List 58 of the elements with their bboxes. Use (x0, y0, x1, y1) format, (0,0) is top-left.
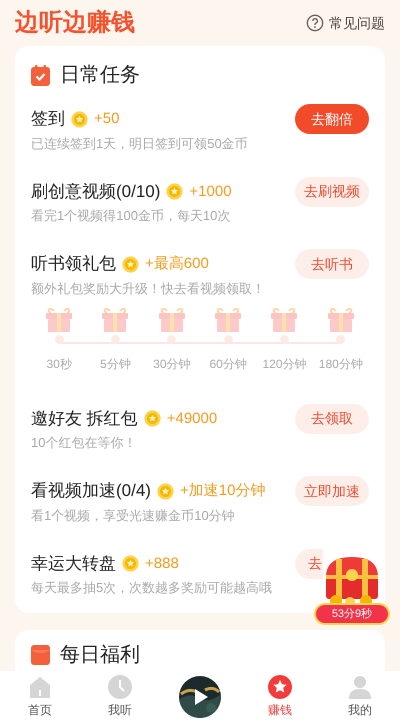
reward-amount: +49000 (166, 408, 218, 428)
task-title: 幸运大转盘 (31, 552, 116, 575)
task-description: 看完1个视频得100金币，每天10次 (31, 207, 232, 225)
task-button[interactable]: 去听书 (295, 249, 369, 279)
person-icon (348, 675, 372, 699)
task-description: 额外礼包奖励大升级！快去看视频领取！ (31, 280, 266, 298)
task-description: 每天最多抽5次，次数越多奖励可能越高哦 (31, 579, 274, 597)
reward-amount: +888 (145, 554, 179, 574)
task-button[interactable]: 去刷视频 (295, 176, 369, 206)
gift-icon (158, 306, 186, 332)
task-button[interactable]: 去领取 (295, 404, 369, 434)
gift-icon (101, 306, 130, 332)
task-description: 10个红包在等你！ (31, 434, 138, 452)
nav-tab[interactable]: 我听 (80, 675, 160, 719)
nav-tab[interactable]: 我的 (320, 675, 400, 719)
task-title: 看视频加速(0/4) (31, 480, 151, 502)
nav-tab[interactable]: 赚钱 (240, 675, 320, 719)
play-button[interactable] (179, 676, 221, 718)
task-title: 签到 (31, 108, 65, 130)
task-button[interactable]: 去翻倍 (295, 104, 369, 134)
home-icon (28, 675, 52, 699)
coin-icon (144, 410, 161, 428)
coin-icon (122, 555, 139, 572)
task-title: 听书领礼包 (31, 253, 116, 276)
coin-icon (122, 256, 139, 273)
milestone-label: 60分钟 (209, 356, 247, 372)
milestone-label: 5分钟 (100, 356, 131, 372)
milestone-label: 30秒 (46, 356, 72, 372)
section-title: 日常任务 (60, 63, 140, 88)
coin-icon (166, 183, 184, 200)
reward-amount: +50 (94, 109, 120, 129)
gift-icon (45, 306, 74, 332)
task-title: 刷创意视频(0/10) (31, 180, 160, 203)
task-button[interactable]: 立即加速 (295, 476, 369, 506)
checklist-icon (31, 64, 50, 86)
clock-icon (108, 675, 132, 699)
task-description: 看1个视频，享受光速赚金币10分钟 (31, 506, 236, 524)
page-title: 边听边赚钱 (15, 11, 135, 35)
help-icon[interactable] (306, 14, 324, 32)
task-description: 已连续签到1天，明日签到可领50金币 (31, 134, 249, 152)
milestone-label: 120分钟 (262, 356, 306, 372)
gift-icon (326, 306, 355, 332)
reward-amount: +最高600 (145, 254, 209, 274)
countdown-badge: 53分9秒 (314, 603, 390, 625)
coin-icon (71, 110, 88, 128)
milestone-label: 30分钟 (153, 356, 190, 372)
gift-icon (270, 306, 298, 332)
milestone-label: 180分钟 (318, 356, 363, 372)
nav-tab[interactable]: 首页 (0, 675, 80, 719)
task-button[interactable]: 去 (295, 548, 323, 578)
envelope-icon (31, 645, 50, 665)
help-link[interactable]: 常见问题 (329, 12, 385, 34)
coin-icon (156, 482, 174, 500)
gift-icon (214, 306, 242, 332)
task-title: 邀好友 拆红包 (31, 408, 138, 430)
reward-amount: +加速10分钟 (180, 481, 266, 501)
section-title: 每日福利 (60, 643, 140, 668)
reward-amount: +1000 (189, 182, 232, 202)
